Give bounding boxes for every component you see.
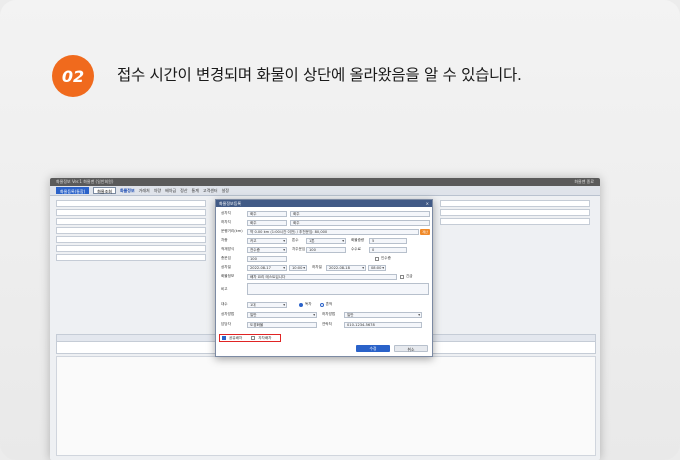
own-dispatch-label: 자차배차: [258, 335, 272, 340]
unload-time-select[interactable]: 08:00: [368, 264, 386, 271]
count-select[interactable]: 1대: [247, 301, 287, 308]
urgent-checkbox[interactable]: [400, 274, 404, 279]
bg-form-row: [56, 245, 206, 252]
distance-field: 약 0.00 km (1:00시간 이전) / 추천운임: 80,000: [247, 228, 419, 235]
total-label: 총운임: [221, 256, 231, 260]
commission-field[interactable]: 0: [369, 246, 407, 253]
note-field[interactable]: [247, 283, 429, 295]
step-number-badge: 02: [52, 55, 94, 97]
contact-label: 담당자: [221, 322, 231, 326]
shipper-name-field[interactable]: 화주: [290, 210, 430, 217]
fare-label: 차주운임: [292, 247, 306, 251]
menu-statistics[interactable]: 통계: [192, 188, 199, 194]
menu-settlement[interactable]: 정산: [180, 188, 187, 194]
memo-field[interactable]: 배차 요리 테스트입니다: [247, 273, 397, 280]
contact-field[interactable]: 도경화물: [247, 321, 317, 328]
bg-form-row: [440, 218, 590, 225]
shared-dispatch-label: 공유배차: [229, 335, 243, 340]
note-label: 비고: [221, 286, 228, 291]
menu-dispatch-fee[interactable]: 배차금: [165, 188, 176, 194]
shared-dispatch-checkbox[interactable]: [222, 336, 226, 340]
bg-form-row: [56, 254, 206, 261]
menu-settings[interactable]: 설정: [222, 188, 229, 194]
app-header: 화물등록(통합) 화물조회 화물정보 거래처 차량 배차금 정산 통계 고객센터…: [50, 186, 600, 196]
load-method-label: 상차방법: [221, 312, 235, 316]
bg-form-row: [440, 200, 590, 207]
cancel-button[interactable]: 취소: [394, 345, 428, 352]
cargo-type-select[interactable]: 전수증: [247, 246, 287, 253]
load-time-select[interactable]: 10:00: [289, 264, 307, 271]
vehicle-select[interactable]: 카고: [247, 237, 287, 244]
menu-clients[interactable]: 거래처: [139, 188, 150, 194]
shipper-label: 상차지: [221, 211, 231, 215]
radio-mixed[interactable]: [319, 302, 324, 307]
bg-bottom-panel: [56, 356, 596, 456]
bg-form-row: [56, 200, 206, 207]
memo-label: 화물정보: [221, 274, 235, 278]
unload-method-select[interactable]: 일반: [344, 311, 422, 318]
bg-form-row: [440, 209, 590, 216]
app-title: 화물정보 Ver.1 화물맨 (일반회원): [56, 179, 114, 184]
receiver-field[interactable]: 화주: [247, 219, 287, 226]
app-window: 화물정보 Ver.1 화물맨 (일반회원) 화물맨 종료 화물등록(통합) 화물…: [50, 178, 600, 460]
bg-form-row: [56, 227, 206, 234]
fare-field[interactable]: 100: [306, 246, 346, 253]
search-cargo-button[interactable]: 화물조회: [93, 187, 116, 194]
bg-form-row: [56, 236, 206, 243]
cargo-weight-label: 화물중량: [351, 238, 365, 242]
step-description: 접수 시간이 변경되며 화물이 상단에 올라왔음을 알 수 있습니다.: [117, 66, 522, 84]
unload-date-label: 하차일: [312, 265, 322, 269]
tonnage-select[interactable]: 1톤: [306, 237, 346, 244]
commission-label: 수수료: [351, 247, 361, 251]
confirm-button[interactable]: 수정: [356, 345, 390, 352]
certificate-checkbox[interactable]: [375, 256, 379, 261]
receiver-label: 하차지: [221, 220, 231, 224]
menu-support[interactable]: 고객센터: [203, 188, 218, 194]
total-field: 100: [247, 255, 287, 262]
menu-cargo-info[interactable]: 화물정보: [120, 188, 135, 194]
cargo-register-dialog: 화물정보등록 × 상차지 화주 화주 하차지 화주 화주 운행거리(km) 약 …: [215, 199, 433, 357]
cargo-weight-field[interactable]: 5: [369, 237, 407, 244]
tonnage-label: 톤수: [292, 238, 299, 242]
distance-label: 운행거리(km): [221, 229, 243, 233]
tutorial-card: 02 접수 시간이 변경되며 화물이 상단에 올라왔음을 알 수 있습니다. 화…: [0, 0, 680, 460]
urgent-label: 긴급: [406, 274, 413, 278]
cargo-type-label: 적재방식: [221, 247, 235, 251]
close-icon[interactable]: ×: [426, 200, 429, 207]
radio-alone-label: 독차: [305, 302, 312, 306]
load-date-field[interactable]: 2022-08-17: [247, 264, 287, 271]
bg-form-row: [56, 218, 206, 225]
dialog-title: 화물정보등록: [219, 201, 242, 206]
radio-alone[interactable]: [299, 302, 303, 307]
phone-label: 연락처: [322, 322, 332, 326]
menu-vehicles[interactable]: 차량: [154, 188, 161, 194]
dialog-titlebar: 화물정보등록 ×: [216, 200, 432, 207]
register-cargo-button[interactable]: 화물등록(통합): [56, 187, 90, 194]
radio-mixed-label: 혼적: [325, 302, 333, 306]
shipper-field[interactable]: 화주: [247, 210, 287, 217]
load-date-label: 상차일: [221, 265, 231, 269]
app-titlebar: 화물정보 Ver.1 화물맨 (일반회원) 화물맨 종료: [50, 178, 600, 186]
phone-field[interactable]: 010-1234-5678: [344, 321, 422, 328]
unload-method-label: 하차방법: [322, 312, 336, 316]
unload-date-field[interactable]: 2022-08-18: [326, 264, 366, 271]
load-method-select[interactable]: 일반: [247, 311, 317, 318]
dispatch-checkbox-group: 공유배차 자차배차: [219, 334, 281, 342]
certificate-label: 인수증: [381, 256, 391, 260]
count-label: 대수: [221, 302, 228, 306]
calculate-button[interactable]: 계산: [420, 228, 430, 235]
app-exit-link[interactable]: 화물맨 종료: [574, 178, 594, 186]
receiver-name-field[interactable]: 화주: [290, 219, 430, 226]
vehicle-label: 차종: [221, 238, 228, 242]
own-dispatch-checkbox[interactable]: [251, 336, 256, 340]
bg-form-row: [56, 209, 206, 216]
